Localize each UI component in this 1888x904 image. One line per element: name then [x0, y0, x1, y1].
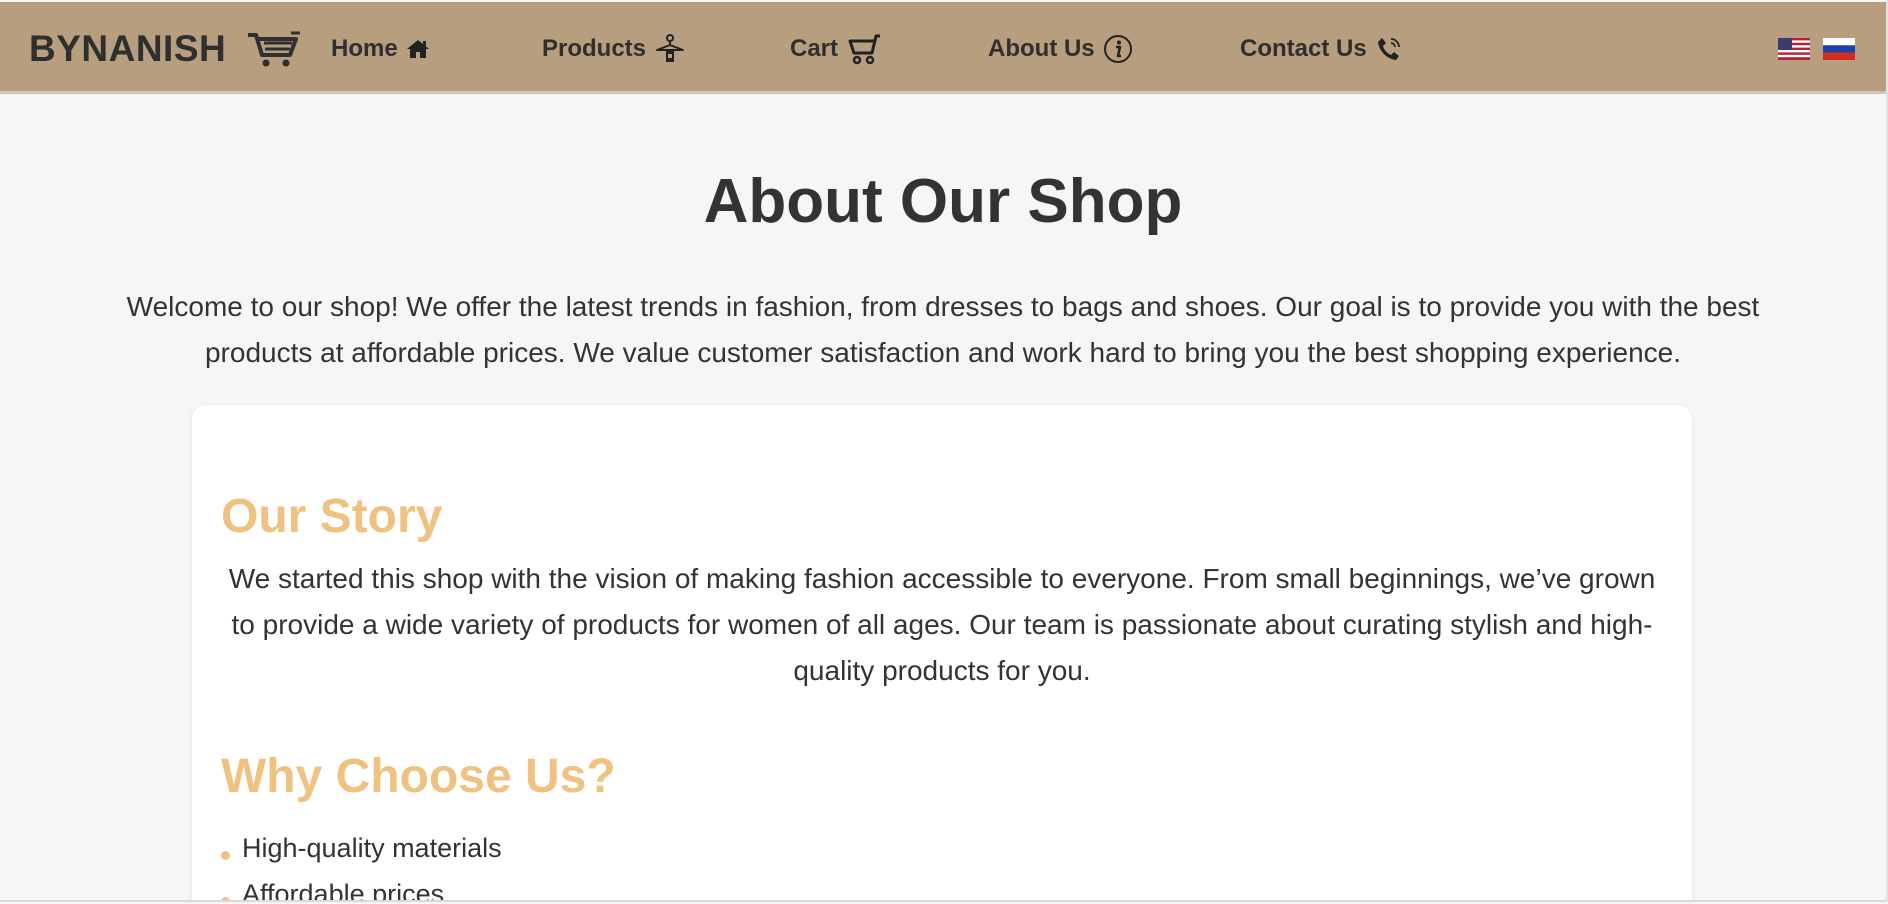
about-card: Our Story We started this shop with the …: [192, 405, 1692, 902]
list-item: High-quality materials: [221, 825, 502, 871]
page-frame: BYNANISH Home Products Cart About Us Con…: [0, 0, 1888, 902]
brand-logo[interactable]: BYNANISH: [29, 24, 302, 74]
info-icon: [1103, 35, 1132, 63]
nav-about[interactable]: About Us: [988, 28, 1133, 70]
features-list: High-quality materials Affordable prices: [221, 825, 502, 902]
nav-contact-label: Contact Us: [1240, 35, 1367, 62]
nav-cart-label: Cart: [790, 35, 839, 62]
phone-icon: [1377, 38, 1400, 60]
ru-flag-icon[interactable]: [1823, 38, 1855, 60]
feature-label: High-quality materials: [242, 832, 502, 863]
bullet-dot: [221, 850, 230, 860]
nav-home[interactable]: Home: [331, 28, 430, 70]
list-item: Affordable prices: [221, 871, 502, 902]
nav-home-label: Home: [331, 35, 398, 62]
brand-name: BYNANISH: [29, 28, 227, 69]
intro-text: Welcome to our shop! We offer the latest…: [126, 291, 1760, 368]
feature-label: Affordable prices: [242, 878, 445, 902]
bullet-dot: [221, 896, 230, 900]
story-text: We started this shop with the vision of …: [228, 563, 1656, 686]
nav-products[interactable]: Products: [542, 28, 686, 70]
navbar: BYNANISH Home Products Cart About Us Con…: [0, 2, 1886, 94]
page-title: About Our Shop: [703, 167, 1183, 236]
home-icon: [406, 40, 429, 58]
cart-icon: [848, 34, 881, 65]
why-title: Why Choose Us?: [221, 750, 616, 803]
shopping-cart-icon: [248, 31, 301, 67]
nav-products-label: Products: [542, 35, 647, 62]
nav-about-label: About Us: [988, 35, 1095, 62]
story-title: Our Story: [221, 490, 443, 543]
nav-cart[interactable]: Cart: [790, 28, 882, 70]
nav-contact[interactable]: Contact Us: [1240, 28, 1403, 70]
hanger-icon: [656, 34, 685, 62]
us-flag-icon[interactable]: [1778, 38, 1810, 60]
